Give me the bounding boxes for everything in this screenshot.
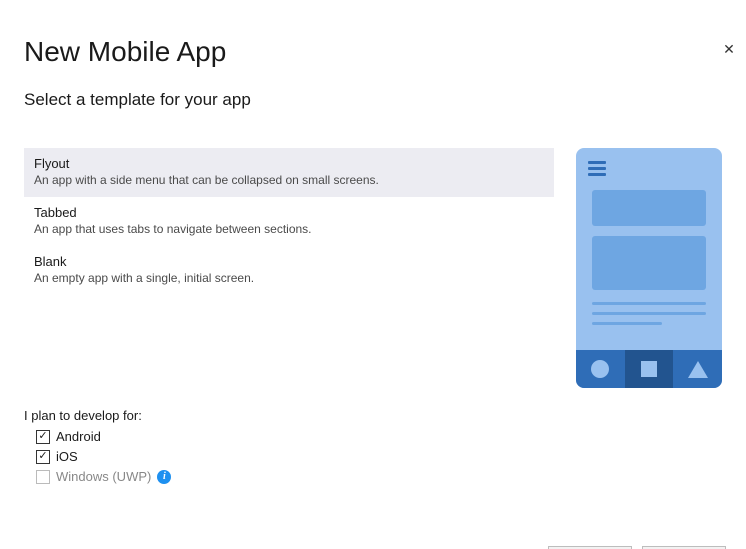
checkbox-android[interactable]: ✓ [36, 430, 50, 444]
preview-navbar [576, 350, 722, 388]
circle-icon [576, 350, 625, 388]
platform-row-android: ✓ Android [36, 429, 746, 444]
platform-row-windows: Windows (UWP) i [36, 469, 746, 484]
template-name: Flyout [34, 156, 544, 171]
template-item-tabbed[interactable]: Tabbed An app that uses tabs to navigate… [24, 197, 554, 246]
template-description: An empty app with a single, initial scre… [34, 271, 544, 285]
checkbox-windows [36, 470, 50, 484]
hamburger-icon [588, 158, 606, 179]
close-button[interactable]: ✕ [720, 40, 738, 58]
template-name: Blank [34, 254, 544, 269]
platform-row-ios: ✓ iOS [36, 449, 746, 464]
template-item-flyout[interactable]: Flyout An app with a side menu that can … [24, 148, 554, 197]
preview-line [592, 322, 662, 325]
template-preview [576, 148, 722, 388]
triangle-icon [673, 350, 722, 388]
dialog-subtitle: Select a template for your app [24, 90, 746, 110]
template-description: An app with a side menu that can be coll… [34, 173, 544, 187]
preview-card [592, 190, 706, 226]
platform-label: iOS [56, 449, 78, 464]
preview-card [592, 236, 706, 290]
platform-label: Windows (UWP) [56, 469, 151, 484]
checkbox-ios[interactable]: ✓ [36, 450, 50, 464]
preview-line [592, 302, 706, 305]
platform-label: Android [56, 429, 101, 444]
template-list: Flyout An app with a side menu that can … [24, 148, 554, 396]
template-description: An app that uses tabs to navigate betwee… [34, 222, 544, 236]
new-mobile-app-dialog: ✕ New Mobile App Select a template for y… [0, 36, 746, 549]
dialog-title: New Mobile App [24, 36, 746, 68]
info-icon[interactable]: i [157, 470, 171, 484]
template-item-blank[interactable]: Blank An empty app with a single, initia… [24, 246, 554, 295]
template-name: Tabbed [34, 205, 544, 220]
square-icon [625, 350, 674, 388]
preview-line [592, 312, 706, 315]
develop-for-label: I plan to develop for: [24, 408, 746, 423]
